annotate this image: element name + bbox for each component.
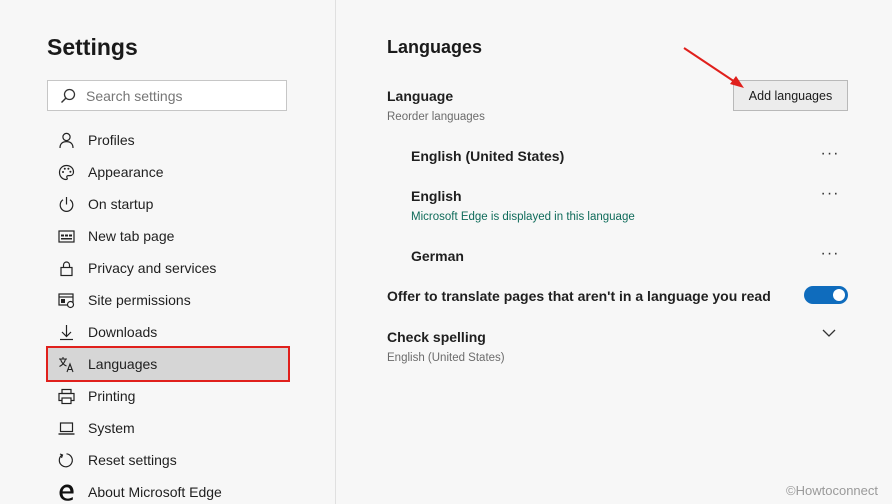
language-section-label: Language [387,88,454,104]
edge-logo-icon [59,484,74,501]
lock-icon [60,260,73,276]
sidebar-item-label: About Microsoft Edge [88,484,222,500]
sidebar-item-label: Appearance [88,164,164,180]
sidebar-item-printing[interactable]: Printing [48,380,288,412]
sidebar-item-new-tab-page[interactable]: New tab page [48,220,288,252]
sidebar-item-site-permissions[interactable]: Site permissions [48,284,288,316]
sidebar-item-label: System [88,420,135,436]
more-options-icon[interactable]: ··· [819,246,841,264]
new-tab-icon [58,229,75,243]
check-spelling-label: Check spelling [387,329,486,345]
more-options-icon[interactable]: ··· [819,146,841,164]
palette-icon [58,164,75,180]
sidebar-item-label: New tab page [88,228,175,244]
page-title: Languages [387,37,483,57]
spelling-language-text: English (United States) [387,352,505,364]
language-item-name: English [411,188,462,204]
settings-title: Settings [47,34,138,60]
sidebar-item-downloads[interactable]: Downloads [48,316,288,348]
sidebar-item-label: Reset settings [88,452,177,468]
sidebar-item-on-startup[interactable]: On startup [48,188,288,220]
sidebar-item-profiles[interactable]: Profiles [48,124,288,156]
sidebar-item-reset[interactable]: Reset settings [48,444,288,476]
toggle-knob [833,289,845,301]
site-permissions-icon [58,292,75,308]
sidebar-item-label: Site permissions [88,292,191,308]
person-icon [59,132,74,148]
language-item-name: English (United States) [411,148,565,164]
language-item-name: German [411,248,464,264]
laptop-icon [58,421,75,435]
sidebar-item-label: Profiles [88,132,135,148]
annotation-arrow-icon [683,47,744,88]
chevron-down-icon[interactable] [821,327,837,339]
reorder-languages-text: Reorder languages [387,111,485,123]
search-icon [61,88,76,103]
translate-label: Offer to translate pages that aren't in … [387,288,771,304]
sidebar-item-label: On startup [88,196,154,212]
search-box[interactable] [47,80,287,111]
power-icon [59,196,74,212]
sidebar-item-appearance[interactable]: Appearance [48,156,288,188]
main-panel: Languages Language Reorder languages Add… [337,0,892,504]
language-icon [59,356,74,372]
sidebar-item-label: Languages [88,356,158,372]
sidebar-item-label: Downloads [88,324,158,340]
sidebar-item-system[interactable]: System [48,412,288,444]
sidebar-item-privacy[interactable]: Privacy and services [48,252,288,284]
language-display-note: Microsoft Edge is displayed in this lang… [411,211,635,223]
sidebar-nav: Profiles Appearance On startup New tab p… [46,124,290,504]
download-icon [60,324,73,340]
sidebar-item-label: Printing [88,388,136,404]
reset-icon [58,452,73,467]
printer-icon [58,388,75,404]
sidebar-item-languages[interactable]: Languages [46,346,290,382]
translate-toggle[interactable] [804,286,848,304]
sidebar-item-about[interactable]: About Microsoft Edge [48,476,288,504]
watermark: ©Howtoconnect [786,483,878,498]
search-input[interactable] [86,87,276,104]
sidebar: Settings Profiles Appearance [0,0,336,504]
more-options-icon[interactable]: ··· [819,186,841,204]
sidebar-item-label: Privacy and services [88,260,217,276]
